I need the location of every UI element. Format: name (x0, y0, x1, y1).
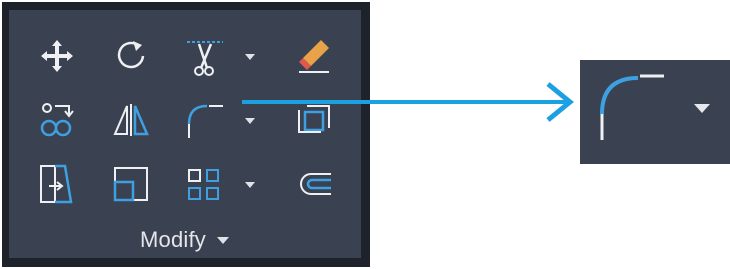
trim-icon (187, 41, 223, 76)
scale-button[interactable] (109, 162, 153, 206)
array-button[interactable] (183, 162, 227, 206)
erase-icon (299, 40, 329, 73)
fillet-icon (600, 74, 710, 140)
chevron-down-icon (245, 118, 255, 124)
move-button[interactable] (35, 34, 79, 78)
rotate-button[interactable] (109, 34, 153, 78)
stretch-icon (40, 164, 73, 204)
erase-button[interactable] (291, 34, 335, 78)
panel-title: Modify (140, 227, 206, 252)
move-icon (41, 40, 73, 72)
chevron-down-icon (245, 54, 255, 60)
trim-dropdown-caret[interactable] (243, 50, 257, 64)
fillet-button[interactable] (183, 98, 227, 142)
rotate-icon (117, 41, 145, 69)
chevron-down-icon (245, 182, 255, 188)
copy-button[interactable] (35, 98, 79, 142)
explode-icon (298, 105, 330, 133)
scale-icon (113, 167, 148, 202)
array-icon (188, 169, 219, 200)
fillet-zoom-callout[interactable] (580, 60, 730, 164)
copy-icon (40, 103, 74, 137)
panel-title-dropdown[interactable]: Modify (9, 224, 361, 256)
chevron-down-icon (217, 237, 229, 244)
mirror-icon (113, 104, 149, 136)
fillet-icon (187, 104, 223, 138)
offset-button[interactable] (291, 162, 335, 206)
trim-button[interactable] (183, 34, 227, 78)
explode-button[interactable] (291, 98, 335, 142)
stretch-button[interactable] (35, 162, 79, 206)
fillet-dropdown-caret[interactable] (243, 114, 257, 128)
modify-panel: Modify (2, 2, 370, 267)
modify-panel-body: Modify (9, 10, 361, 258)
offset-icon (300, 173, 331, 195)
mirror-button[interactable] (109, 98, 153, 142)
chevron-down-icon[interactable] (694, 104, 710, 113)
array-dropdown-caret[interactable] (243, 178, 257, 192)
